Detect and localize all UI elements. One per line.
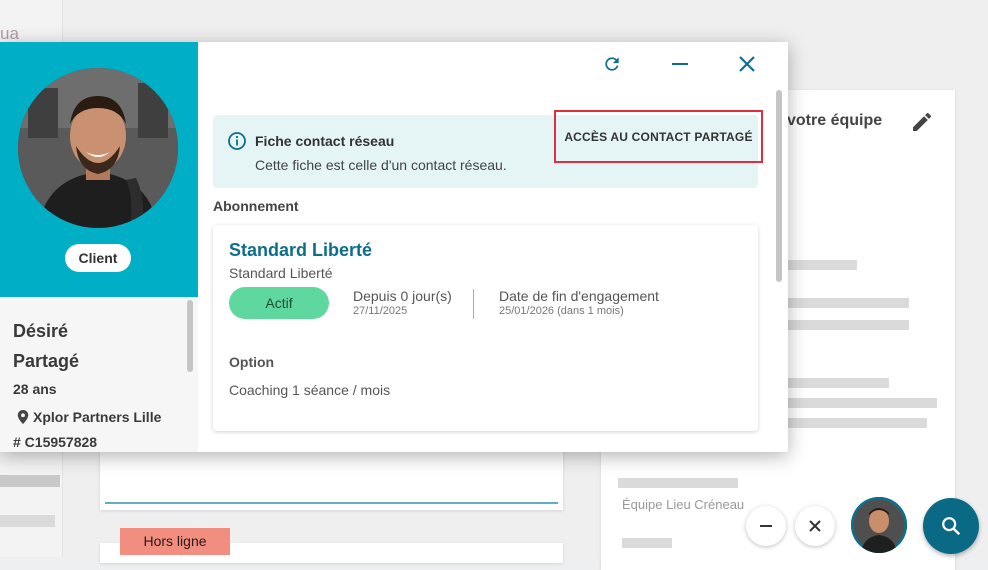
contact-location: Xplor Partners Lille (17, 409, 161, 425)
banner-title: Fiche contact réseau (255, 133, 395, 149)
content-scrollbar[interactable] (776, 90, 782, 282)
contact-first-name: Désiré (13, 321, 69, 341)
profile-avatar-button[interactable] (851, 497, 907, 553)
contact-avatar (18, 68, 178, 228)
blurred-text (787, 260, 857, 270)
since-label: Depuis 0 jour(s) (353, 288, 452, 304)
blurred-text (618, 478, 738, 488)
location-text: Xplor Partners Lille (33, 409, 162, 425)
minus-icon (760, 525, 772, 527)
refresh-icon (605, 57, 619, 71)
profile-header: Client (0, 42, 198, 297)
refresh-button[interactable] (598, 50, 626, 78)
minimize-button[interactable] (666, 50, 694, 78)
info-icon (227, 131, 247, 151)
blurred-caption: Équipe Lieu Créneau (622, 497, 745, 512)
divider (473, 289, 474, 319)
commitment-end-date: 25/01/2026 (dans 1 mois) (499, 305, 624, 317)
background-team-card-title: votre équipe (787, 112, 883, 129)
plan-subtitle: Standard Liberté (229, 265, 333, 281)
blurred-text (787, 398, 937, 408)
blurred-text (0, 515, 55, 527)
close-icon (739, 56, 755, 72)
subscription-section-title: Abonnement (213, 198, 299, 214)
access-shared-contact-button[interactable]: ACCÈS AU CONTACT PARTAGÉ (554, 110, 763, 163)
sidebar-scrollbar[interactable] (187, 300, 193, 372)
blurred-text (622, 538, 672, 548)
offline-badge: Hors ligne (120, 528, 230, 555)
close-chat-button[interactable] (795, 506, 835, 546)
option-title: Option (229, 354, 275, 370)
subscription-card: Standard Liberté Standard Liberté Actif … (213, 225, 758, 431)
location-pin-icon (17, 410, 29, 424)
blurred-text (787, 320, 909, 330)
status-badge: Actif (229, 287, 329, 319)
contact-last-name: Partagé (13, 351, 80, 371)
plan-title[interactable]: Standard Liberté (229, 240, 372, 261)
blurred-text (787, 378, 889, 388)
option-text: Coaching 1 séance / mois (229, 382, 391, 398)
search-button[interactable] (923, 498, 979, 554)
background-partial-text: ua (0, 24, 19, 43)
banner-text: Cette fiche est celle d'un contact résea… (255, 157, 507, 173)
client-badge: Client (65, 244, 131, 272)
close-icon (809, 520, 821, 532)
background-card (100, 448, 563, 510)
edit-icon[interactable] (910, 110, 934, 134)
contact-modal: Client Désiré Partagé 28 ans Xplor Partn… (0, 42, 788, 452)
search-icon (942, 517, 961, 536)
client-id: # C15957828 (13, 434, 98, 450)
blurred-text (0, 475, 60, 487)
close-button[interactable] (733, 50, 761, 78)
person-avatar-icon (851, 497, 907, 553)
blurred-text (787, 418, 927, 428)
commitment-end-label: Date de fin d'engagement (499, 288, 659, 304)
since-date: 27/11/2025 (353, 305, 408, 317)
network-contact-banner: Fiche contact réseau Cette fiche est cel… (213, 110, 763, 188)
contact-age: 28 ans (13, 381, 57, 397)
minimize-icon (672, 63, 688, 65)
minimize-chat-button[interactable] (746, 506, 786, 546)
blurred-text (787, 298, 909, 308)
